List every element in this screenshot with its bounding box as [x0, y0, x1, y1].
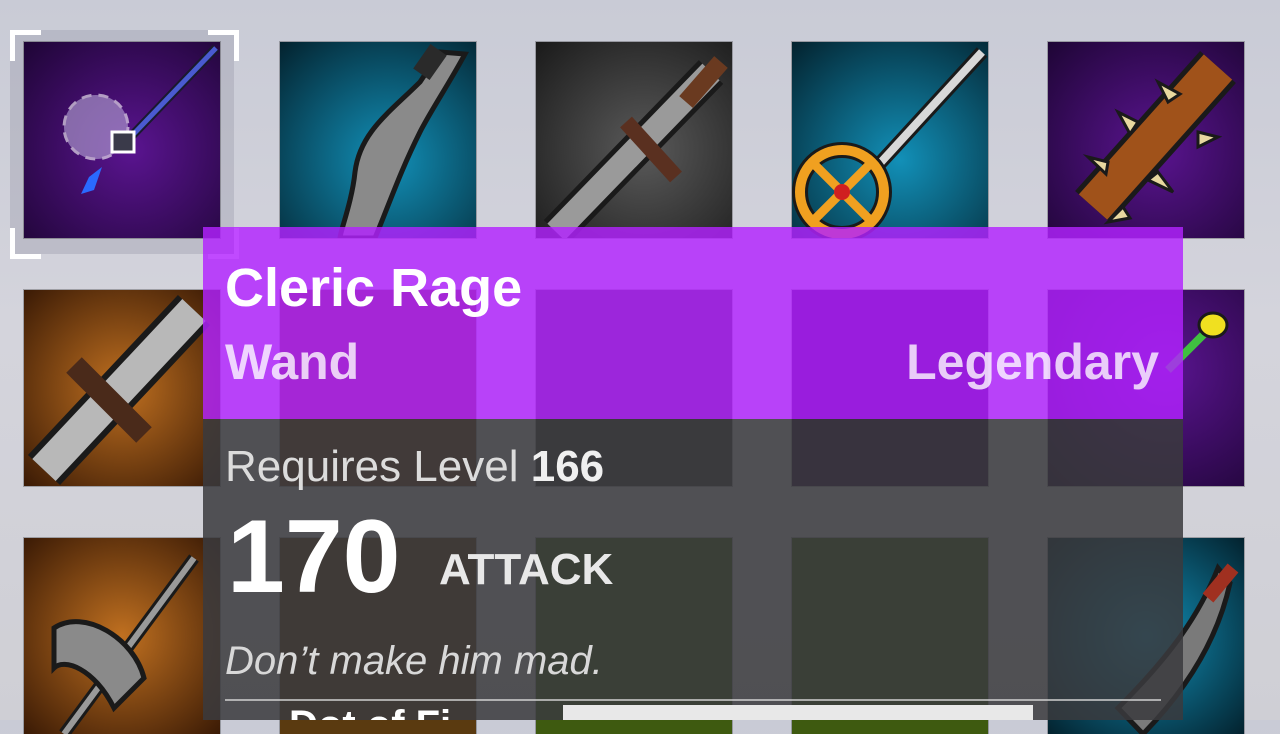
- greatsword-icon: [27, 294, 211, 486]
- spiked-club-icon: [1075, 51, 1236, 225]
- selection-corner-top-left: [10, 30, 41, 61]
- selection-corner-bottom-left: [10, 228, 41, 259]
- inventory-slot-spiked-club[interactable]: [1048, 42, 1244, 238]
- inventory-slot-wand[interactable]: [24, 42, 220, 238]
- tooltip-divider: [225, 699, 1161, 701]
- attack-value: 170: [227, 499, 401, 615]
- flavor-text: Don’t make him mad.: [225, 639, 603, 683]
- broadsword-icon: [543, 56, 728, 238]
- attack-label: ATTACK: [439, 545, 614, 594]
- requires-level-label: Requires Level: [225, 442, 519, 491]
- stat-bar: [563, 705, 1033, 720]
- item-tooltip: Cleric Rage Wand Legendary Requires Leve…: [203, 227, 1183, 720]
- axe-icon: [51, 554, 199, 734]
- curved-blade-icon: [337, 43, 470, 238]
- item-name: Cleric Rage: [225, 258, 523, 318]
- sun-staff-icon: [792, 47, 988, 238]
- item-rarity: Legendary: [906, 334, 1159, 390]
- inventory-slot-sun-staff[interactable]: [792, 42, 988, 238]
- next-stat-line: Dot of Fi: [289, 705, 451, 720]
- item-type: Wand: [225, 334, 360, 390]
- level-requirement: Requires Level 166: [225, 442, 604, 492]
- selection-corner-top-right: [208, 30, 239, 61]
- inventory-slot-curved-blade[interactable]: [280, 42, 476, 238]
- inventory-slot-broadsword[interactable]: [536, 42, 732, 238]
- requires-level-value: 166: [530, 442, 605, 491]
- inventory-slot-greatsword[interactable]: [24, 290, 220, 486]
- wand-icon: [62, 44, 220, 194]
- inventory-slot-axe[interactable]: [24, 538, 220, 734]
